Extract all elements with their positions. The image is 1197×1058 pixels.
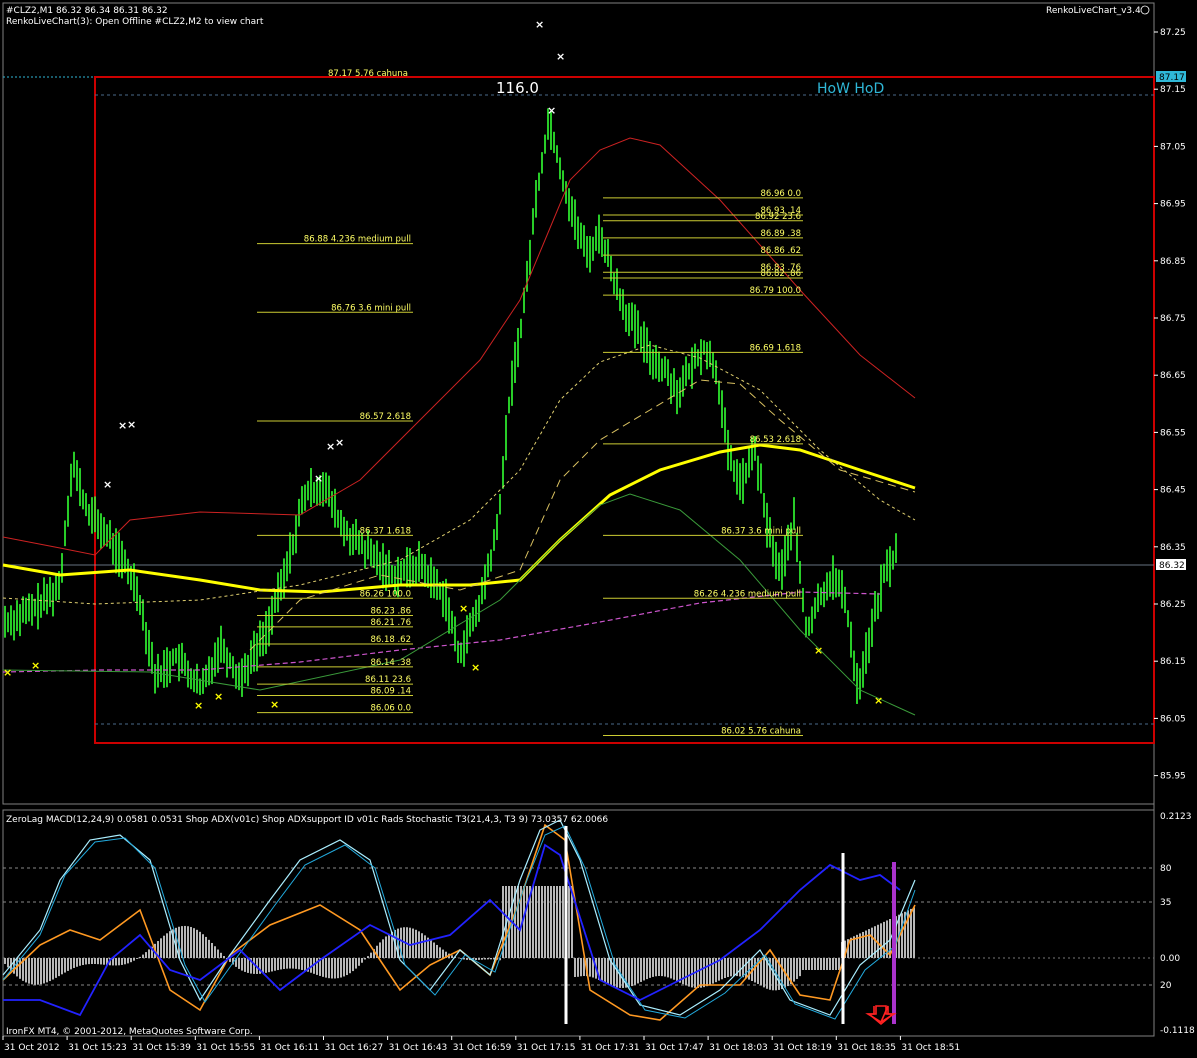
time-tick-label: 31 Oct 2012 <box>4 1043 60 1053</box>
fib-label: 86.57 2.618 <box>360 412 411 422</box>
fib-label: 86.23 .86 <box>370 606 411 616</box>
current-price-badge: 86.32 <box>1159 561 1185 571</box>
main-pane-border <box>2 2 1155 805</box>
time-tick-label: 31 Oct 18:35 <box>837 1043 896 1053</box>
swing-low-marker: × <box>194 699 203 712</box>
swing-high-marker: × <box>335 436 344 449</box>
stochastic-signal-line <box>2 825 916 1020</box>
indicator-name-label: RenkoLiveChart_v3.4 <box>1046 6 1141 16</box>
swing-high-marker: × <box>556 50 565 63</box>
fib-label: 86.26 100.0 <box>360 589 411 599</box>
price-tick-label: 86.75 <box>1160 314 1186 324</box>
swing-low-marker: × <box>471 661 480 674</box>
swing-low-marker: × <box>3 666 12 679</box>
price-tick-label: 86.95 <box>1160 200 1186 210</box>
time-tick-label: 31 Oct 15:23 <box>68 1043 127 1053</box>
price-tick-label: 85.95 <box>1160 772 1186 782</box>
fib-label: 86.11 23.6 <box>365 675 411 685</box>
price-chart: 86.88 4.236 medium pull 86.76 3.6 mini pu… <box>2 2 1195 1053</box>
price-tick-label: 86.35 <box>1160 543 1186 553</box>
fib-label: 86.21 .76 <box>370 618 411 628</box>
indicator-tick-label: 0.00 <box>1160 954 1180 964</box>
fib-label: 86.96 0.0 <box>760 189 801 199</box>
fib-label: 86.18 .62 <box>370 635 411 645</box>
price-tick-label: 87.15 <box>1160 85 1186 95</box>
swing-low-marker: × <box>459 602 468 615</box>
time-tick-label: 31 Oct 16:59 <box>453 1043 512 1053</box>
header-line2: RenkoLiveChart(3): Open Offline #CLZ2,M2… <box>6 17 264 27</box>
swing-high-marker: × <box>326 440 335 453</box>
indicator-label: ZeroLag MACD(12,24,9) 0.0581 0.0531 Shop… <box>6 815 608 825</box>
time-tick-label: 31 Oct 18:19 <box>773 1043 832 1053</box>
swing-high-marker: × <box>103 478 112 491</box>
fib-label: 86.02 5.76 cahuna <box>721 727 801 737</box>
fib-label: 86.06 0.0 <box>370 704 411 714</box>
hod-badge: 87.17 <box>1159 73 1185 83</box>
fib-label: 86.37 1.618 <box>360 526 411 536</box>
fib-label: 86.53 2.618 <box>750 435 801 445</box>
top-count-label: 116.0 <box>496 79 539 97</box>
swing-high-marker: × <box>118 419 127 432</box>
fib-label: 86.37 3.6 mini pull <box>721 526 801 536</box>
swing-high-marker: × <box>127 418 136 431</box>
swing-low-marker: × <box>814 644 823 657</box>
price-tick-label: 86.65 <box>1160 371 1186 381</box>
swing-high-marker: × <box>314 472 323 485</box>
indicator-tick-label: 35 <box>1160 898 1171 908</box>
indicator-tick-label: 80 <box>1160 864 1172 874</box>
fib-label: 86.86 .62 <box>760 246 801 256</box>
swing-high-marker: × <box>535 18 544 31</box>
swing-low-marker: × <box>214 690 223 703</box>
fib-label: 86.88 4.236 medium pull <box>304 235 411 245</box>
swing-high-marker: × <box>547 104 556 117</box>
price-tick-label: 86.45 <box>1160 486 1186 496</box>
adx-line <box>3 843 901 1017</box>
time-tick-label: 31 Oct 18:03 <box>709 1043 768 1053</box>
magenta-ma <box>2 591 881 673</box>
cahuna-top-label: 87.17 5.76 cahuna <box>328 69 408 79</box>
fib-label: 86.89 .38 <box>760 229 801 239</box>
time-tick-label: 31 Oct 17:31 <box>581 1043 640 1053</box>
swing-low-marker: × <box>874 694 883 707</box>
indicator-tick-label: -0.1118 <box>1160 1026 1195 1036</box>
fib-label: 86.09 .14 <box>370 687 411 697</box>
price-tick-label: 87.05 <box>1160 142 1186 152</box>
smiley-icon <box>1140 5 1150 15</box>
time-tick-label: 31 Oct 16:27 <box>325 1043 384 1053</box>
time-tick-label: 31 Oct 17:47 <box>645 1043 704 1053</box>
how-hod-label: HoW HoD <box>817 81 884 97</box>
indicator-tick-label: 0.2123 <box>1160 812 1192 822</box>
time-tick-label: 31 Oct 17:15 <box>517 1043 576 1053</box>
time-tick-label: 31 Oct 15:39 <box>132 1043 191 1053</box>
fib-label: 86.69 1.618 <box>750 343 801 353</box>
indicator-tick-label: 20 <box>1160 981 1172 991</box>
time-tick-label: 31 Oct 15:55 <box>196 1043 255 1053</box>
macd-signal-line <box>2 823 916 1021</box>
price-tick-label: 86.55 <box>1160 428 1186 438</box>
price-tick-label: 86.85 <box>1160 257 1186 267</box>
price-tick-label: 86.15 <box>1160 657 1186 667</box>
time-tick-label: 31 Oct 16:11 <box>260 1043 319 1053</box>
price-tick-label: 86.25 <box>1160 600 1186 610</box>
fib-label: 86.79 100.0 <box>750 286 801 296</box>
copyright-label: IronFX MT4, © 2001-2012, MetaQuotes Soft… <box>6 1027 253 1037</box>
time-tick-label: 31 Oct 16:43 <box>389 1043 448 1053</box>
fib-label: 86.92 23.6 <box>755 212 801 222</box>
time-tick-label: 31 Oct 18:51 <box>901 1043 960 1053</box>
swing-low-marker: × <box>270 698 279 711</box>
fib-label: 86.82 .86 <box>760 269 801 279</box>
fib-label: 86.14 .38 <box>370 658 411 668</box>
fib-label: 86.76 3.6 mini pull <box>331 303 411 313</box>
header-line1: #CLZ2,M1 86.32 86.34 86.31 86.32 <box>6 6 168 16</box>
price-tick-label: 87.25 <box>1160 28 1186 38</box>
fib-label: 86.26 4.236 medium pull <box>694 589 801 599</box>
price-tick-label: 86.05 <box>1160 714 1186 724</box>
swing-low-marker: × <box>31 659 40 672</box>
